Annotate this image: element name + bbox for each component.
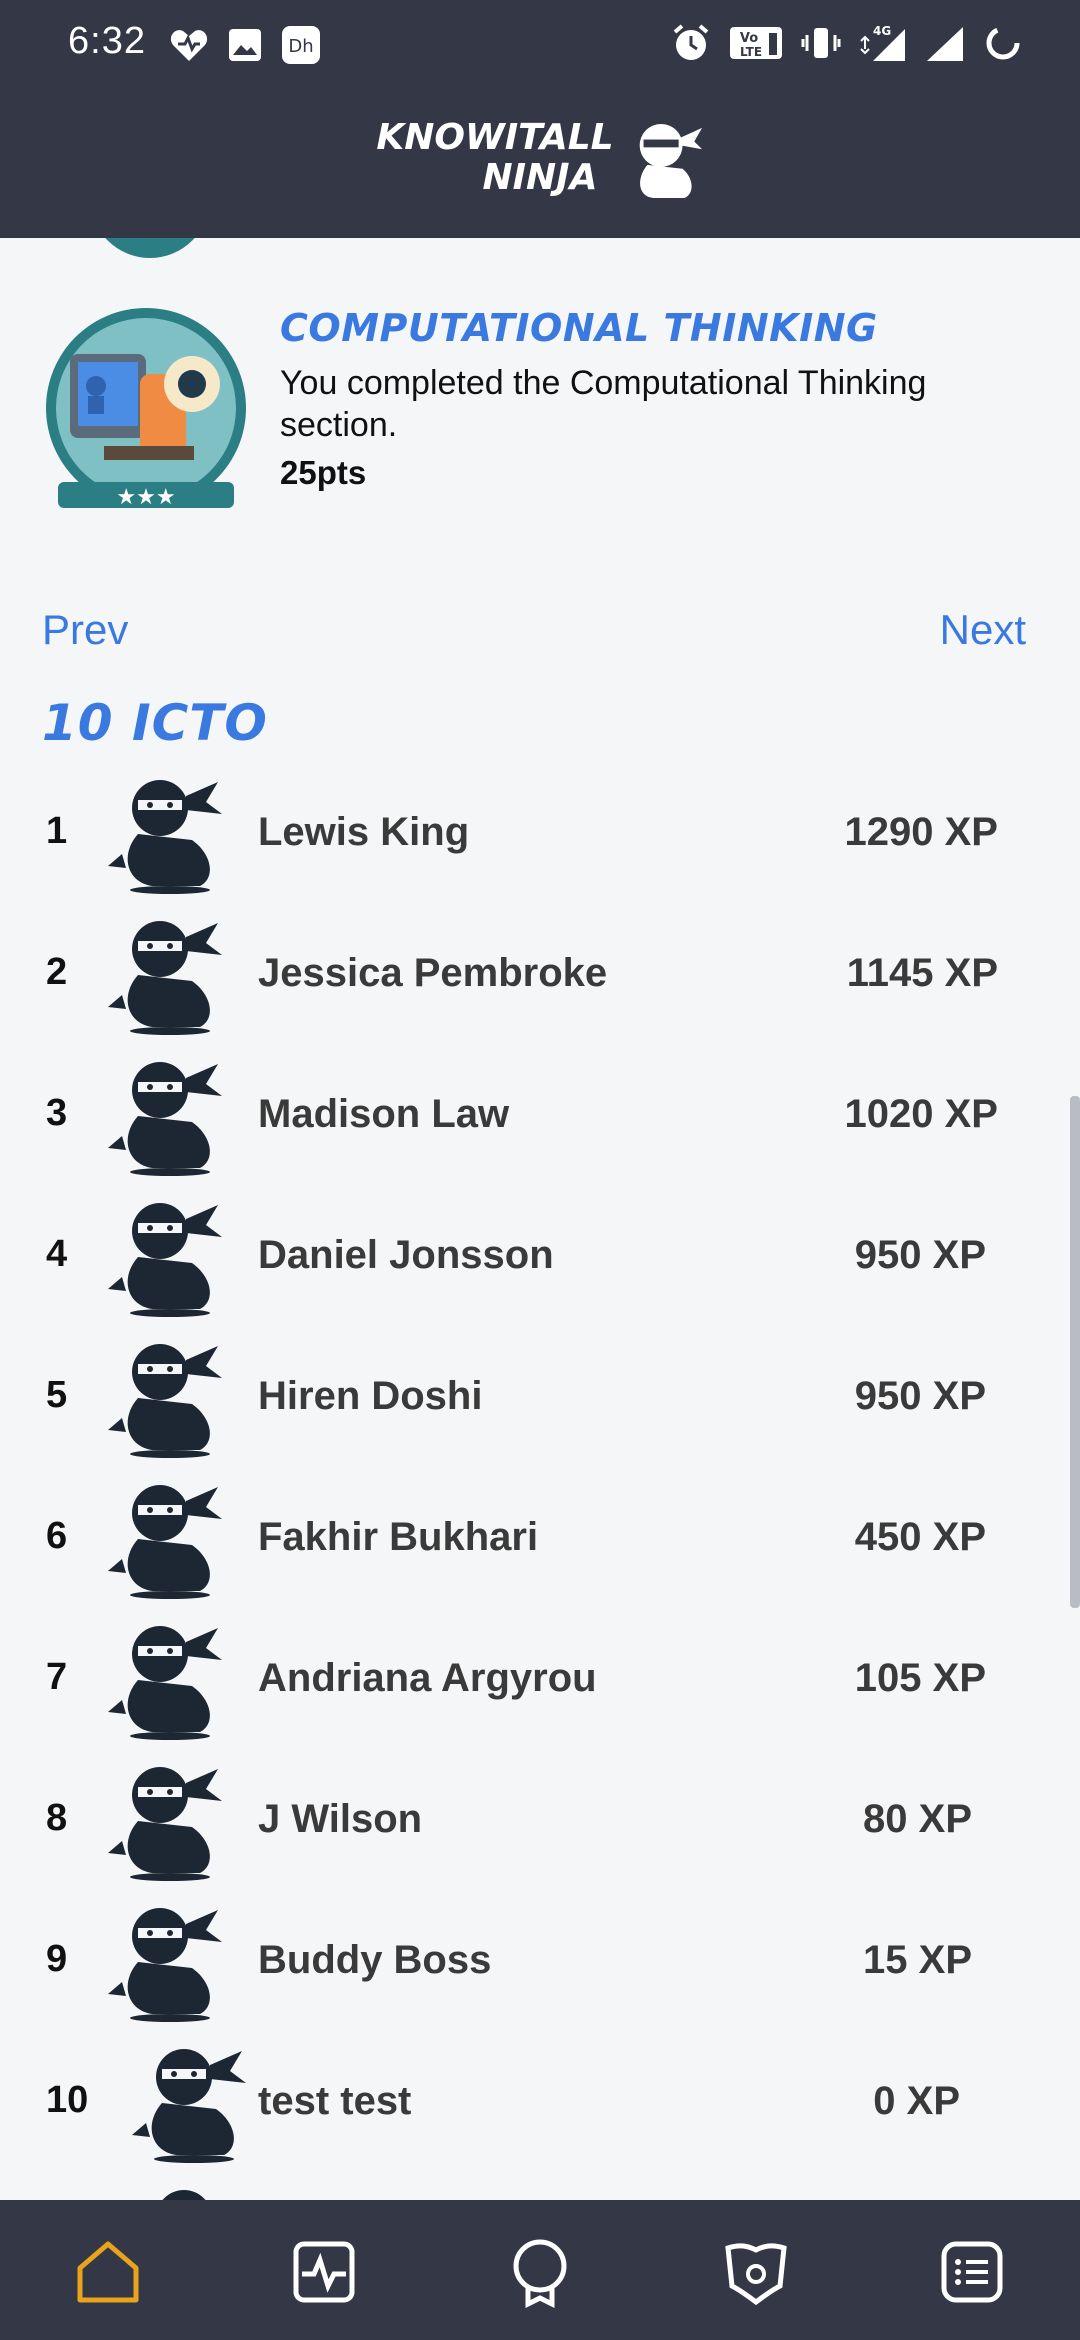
prev-button[interactable]: Prev — [42, 606, 128, 654]
player-name: Andriana Argyrou — [258, 1656, 597, 1700]
player-name: Fakhir Bukhari — [258, 1515, 539, 1559]
scrollbar[interactable] — [1070, 1096, 1080, 1608]
player-name: Jessica Pembroke — [258, 951, 608, 995]
disney-plus-hotstar-icon: Dh — [280, 24, 322, 66]
player-xp: 1290 XP — [844, 810, 998, 854]
player-xp: 0 XP — [873, 2079, 960, 2123]
player-xp: 80 XP — [863, 1797, 972, 1841]
rank: 6 — [46, 1515, 68, 1557]
player-xp: 15 XP — [863, 1938, 972, 1982]
achievement-description: You completed the Computational Thinking… — [280, 364, 927, 444]
heart-icon — [168, 24, 210, 66]
player-name: Madison Law — [258, 1092, 510, 1136]
player-xp: 105 XP — [854, 1656, 986, 1700]
signal-icon — [924, 22, 966, 64]
volte-icon: Vo LTE — [728, 22, 784, 64]
rewards-icon[interactable] — [720, 2236, 792, 2308]
rank: 1 — [46, 810, 68, 852]
logo-text: KNOWITALL NINJA — [370, 118, 620, 198]
alarm-icon — [670, 22, 712, 64]
home-icon[interactable] — [72, 2236, 144, 2308]
rank: 8 — [46, 1797, 68, 1839]
computational-thinking-badge-icon: ★★★ — [46, 308, 246, 509]
svg-text:Vo: Vo — [740, 31, 758, 46]
leaderboard-row-partial — [0, 2178, 1080, 2200]
leaderboard-row[interactable]: 1 Lewis King 1290 XP — [0, 768, 1080, 909]
player-name: Buddy Boss — [258, 1938, 492, 1982]
status-time: 6:32 — [68, 20, 146, 62]
previous-badge-peek — [90, 238, 210, 258]
player-name: test test — [258, 2079, 412, 2123]
ninja-avatar-icon — [108, 1062, 222, 1176]
rank: 10 — [46, 2079, 89, 2121]
player-xp: 1145 XP — [846, 951, 998, 995]
player-name: Hiren Doshi — [258, 1374, 483, 1418]
status-right-icons: Vo LTE 4G — [670, 22, 1024, 64]
ninja-avatar-icon — [108, 1485, 222, 1599]
next-button[interactable]: Next — [940, 606, 1026, 654]
status-left-icons: Dh — [168, 24, 322, 66]
rank: 5 — [46, 1374, 68, 1416]
player-xp: 950 XP — [854, 1233, 986, 1277]
activity-icon[interactable] — [288, 2236, 360, 2308]
ninja-avatar-icon — [108, 1626, 222, 1740]
achievement-card: ★★★ COMPUTATIONAL THINKING You completed… — [44, 306, 1044, 526]
achievement-points: 25pts — [280, 454, 367, 491]
svg-text:Dh: Dh — [288, 36, 313, 57]
leaderboard-row[interactable]: 2 Jessica Pembroke 1145 XP — [0, 909, 1080, 1050]
rank: 9 — [46, 1938, 68, 1980]
signal-4g-icon: 4G — [858, 22, 908, 64]
leaderboard-row[interactable]: 10 test test 0 XP — [0, 2037, 1080, 2178]
bottom-navigation — [0, 2200, 1080, 2340]
player-xp: 1020 XP — [844, 1092, 998, 1136]
badge-icon[interactable] — [504, 2236, 576, 2308]
app-logo[interactable]: KNOWITALL NINJA — [370, 118, 710, 208]
rank: 4 — [46, 1233, 68, 1275]
ninja-avatar-icon — [108, 1767, 222, 1881]
loading-icon — [982, 22, 1024, 64]
leaderboard-row[interactable]: 3 Madison Law 1020 XP — [0, 1050, 1080, 1191]
player-xp: 950 XP — [854, 1374, 986, 1418]
rank: 7 — [46, 1656, 68, 1698]
leaderboard-row[interactable]: 4 Daniel Jonsson 950 XP — [0, 1191, 1080, 1332]
ninja-avatar-icon — [162, 2190, 206, 2200]
svg-text:LTE: LTE — [740, 45, 762, 59]
leaderboard-row[interactable]: 7 Andriana Argyrou 105 XP — [0, 1614, 1080, 1755]
logo-line1: KNOWITALL — [376, 117, 614, 158]
ninja-avatar-icon — [108, 1344, 222, 1458]
logo-line2: NINJA — [482, 157, 598, 198]
player-name: J Wilson — [258, 1797, 423, 1841]
leaderboard-row[interactable]: 6 Fakhir Bukhari 450 XP — [0, 1473, 1080, 1614]
ninja-avatar-icon — [108, 1203, 222, 1317]
player-name: Daniel Jonsson — [258, 1233, 554, 1277]
ninja-avatar-icon — [108, 780, 222, 894]
rank: 2 — [46, 951, 68, 993]
main-content: ★★★ COMPUTATIONAL THINKING You completed… — [0, 238, 1080, 2200]
svg-text:4G: 4G — [873, 24, 891, 38]
leaderboard-row[interactable]: 5 Hiren Doshi 950 XP — [0, 1332, 1080, 1473]
player-name: Lewis King — [258, 810, 470, 854]
image-icon — [224, 24, 266, 66]
leaderboard-row[interactable]: 8 J Wilson 80 XP — [0, 1755, 1080, 1896]
rank: 3 — [46, 1092, 68, 1134]
top-bar: 6:32 Dh Vo LTE 4G KNOWITALL NINJA — [0, 0, 1080, 238]
achievement-title: COMPUTATIONAL THINKING — [280, 306, 878, 350]
pager: Prev Next — [42, 606, 1026, 656]
ninja-avatar-icon — [132, 2049, 246, 2163]
leaderboard-group-title: 10 ICTO — [42, 694, 268, 752]
ninja-avatar-icon — [108, 1908, 222, 2022]
list-icon[interactable] — [936, 2236, 1008, 2308]
leaderboard-row[interactable]: 9 Buddy Boss 15 XP — [0, 1896, 1080, 2037]
svg-text:★★★: ★★★ — [116, 484, 175, 509]
ninja-avatar-icon — [108, 921, 222, 1035]
vibrate-icon — [800, 22, 842, 64]
leaderboard-list: 1 Lewis King 1290 XP 2 Jessica Pembroke … — [0, 768, 1080, 2200]
status-bar: 6:32 Dh Vo LTE 4G — [0, 0, 1080, 92]
ninja-logo-icon — [639, 123, 703, 199]
player-xp: 450 XP — [854, 1515, 986, 1559]
